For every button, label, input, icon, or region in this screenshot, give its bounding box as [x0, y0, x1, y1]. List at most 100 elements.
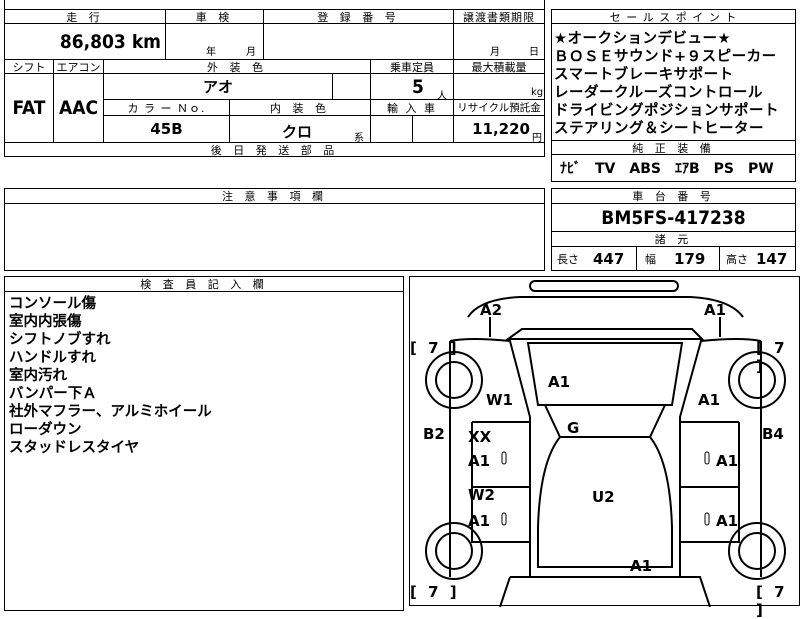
sales-point-item: ドライビングポジションサポート [554, 103, 779, 119]
interior-color-value: クロ [282, 123, 313, 141]
specs-header: 諸 元 [551, 231, 796, 247]
transfer-header: 譲渡書類期限 [453, 9, 545, 24]
sales-point-item: スマートブレーキサポート [554, 67, 734, 83]
damage-mark: W1 [486, 391, 513, 409]
front-outline-shape [467, 296, 744, 318]
inspector-note: シフトノブすれ [9, 332, 111, 348]
standard-equipment-cell: ﾅﾋﾞ TV ABS ｴｱB PS PW [551, 154, 796, 182]
front-corner-shape [489, 317, 721, 337]
color-no-label: カ ラ ー Ｎｏ. [127, 101, 206, 115]
damage-mark: A1 [630, 557, 653, 575]
damage-mark: U2 [592, 488, 615, 506]
spec-width-label: 幅 [645, 252, 656, 266]
exterior-color-cell: アオ [103, 73, 333, 100]
inspector-note: ハンドルすれ [9, 350, 96, 366]
max-load-unit: kg [531, 87, 544, 98]
damage-mark: B4 [762, 425, 784, 443]
aircon-cell: AAC [53, 73, 104, 143]
inspector-note: バンパー下Ａ [9, 386, 97, 402]
interior-color-header: 内 装 色 [229, 99, 371, 116]
import-header: 輸 入 車 [370, 99, 454, 116]
inspection-cell: 年 月 [165, 23, 264, 60]
spec-length-value: 447 [593, 249, 625, 268]
transfer-day: 日 [529, 47, 539, 58]
damage-mark: A1 [468, 512, 491, 530]
color-no-header: カ ラ ー Ｎｏ. [103, 99, 230, 116]
damage-mark: G [567, 419, 580, 437]
chassis-cell: BM5FS-417238 [551, 203, 796, 232]
delivery-parts-label: 後 日 発 送 部 品 [210, 143, 339, 157]
transfer-month: 月 [490, 47, 500, 58]
inspection-month: 月 [246, 47, 256, 58]
spec-height-value: 147 [756, 249, 788, 268]
inspector-header: 検 査 員 記 入 欄 [4, 276, 404, 292]
inspector-note: 室内内張傷 [9, 314, 82, 330]
mileage-unit: km [131, 30, 161, 53]
interior-color-cell: クロ 系 [229, 115, 371, 144]
top-sliver [4, 0, 545, 10]
exterior-color-value: アオ [202, 78, 233, 96]
chassis-number: BM5FS-417238 [601, 206, 746, 229]
front-bumper-shape [529, 280, 679, 292]
spec-height-cell: 高さ 147 [719, 246, 796, 271]
import-label: 輸 入 車 [387, 101, 437, 115]
mileage-cell: 86,803 km [4, 23, 166, 60]
recycle-label: リサイクル預託金 [457, 102, 541, 114]
capacity-value: 5 [412, 76, 424, 98]
recycle-header: リサイクル預託金 [453, 99, 545, 116]
exterior-color-extra [332, 73, 371, 100]
recycle-cell: 11,220 円 [453, 115, 545, 144]
inspector-note: コンソール傷 [9, 296, 96, 312]
capacity-header: 乗車定員 [370, 59, 454, 74]
capacity-cell: 5 人 [370, 73, 454, 102]
wheel-rr-shape [728, 522, 786, 580]
inspector-note: ローダウン [9, 422, 82, 438]
car-diagram-box: A2 A1 A1 W1 A1 G B2 B4 XX A1 A1 W2 A1 A1… [409, 276, 800, 619]
damage-mark: A1 [716, 452, 739, 470]
standard-equipment-header: 純 正 装 備 [551, 140, 796, 155]
tire-tread-mark: [ 7 ] [410, 583, 460, 601]
mileage-value: 86,803 [59, 30, 126, 53]
notes-box [4, 203, 545, 271]
spec-length-cell: 長さ 447 [551, 246, 637, 271]
spec-width-value: 179 [674, 249, 706, 268]
registration-cell [263, 23, 454, 60]
wheel-fl-shape [425, 351, 483, 409]
sales-point-item: ★オークションデビュー★ [554, 31, 731, 47]
sales-point-item: ＢＯＳＥサウンド+９スピーカー [554, 49, 777, 65]
aircon-header: エアコン [53, 59, 104, 74]
delivery-parts-header: 後 日 発 送 部 品 [4, 142, 545, 157]
tire-tread-mark: [ 7 ] [410, 339, 460, 357]
damage-mark: A1 [548, 373, 571, 391]
transfer-cell: 月 日 [453, 23, 545, 60]
inspector-note: スタッドレスタイヤ [9, 440, 140, 456]
chassis-header: 車 台 番 号 [551, 188, 796, 204]
inspector-label: 検 査 員 記 入 欄 [140, 278, 268, 291]
front-grille-shape [504, 328, 705, 340]
chassis-label: 車 台 番 号 [632, 190, 715, 203]
damage-mark: W2 [468, 486, 495, 504]
inspector-notes-box: コンソール傷 室内内張傷 シフトノブすれ ハンドルすれ 室内汚れ バンパー下Ａ … [4, 291, 404, 611]
recycle-value: 11,220 [472, 120, 530, 138]
color-no-value: 45B [150, 120, 183, 138]
damage-mark: A2 [480, 301, 503, 319]
damage-mark: A1 [716, 512, 739, 530]
sales-point-item: ステアリング＆シートヒーター [554, 121, 764, 137]
inspector-note: 社外マフラー、アルミホイール [9, 404, 212, 420]
damage-mark: A1 [698, 391, 721, 409]
registration-header: 登 録 番 号 [263, 9, 454, 24]
max-load-header: 最大積載量 [453, 59, 545, 74]
spec-height-label: 高さ [726, 252, 748, 266]
max-load-cell: kg [453, 73, 545, 100]
notes-header: 注 意 事 項 欄 [4, 188, 545, 204]
damage-mark: XX [468, 428, 492, 446]
inspector-note: 室内汚れ [9, 368, 67, 384]
notes-label: 注 意 事 項 欄 [222, 190, 327, 203]
damage-mark: A1 [468, 452, 491, 470]
spec-width-cell: 幅 179 [636, 246, 720, 271]
exterior-color-header: 外 装 色 [103, 59, 371, 74]
standard-equipment-value: ﾅﾋﾞ TV ABS ｴｱB PS PW [560, 161, 774, 177]
import-cell-a [370, 115, 413, 143]
shift-cell: FAT [4, 73, 54, 143]
shift-value: FAT [12, 97, 46, 119]
